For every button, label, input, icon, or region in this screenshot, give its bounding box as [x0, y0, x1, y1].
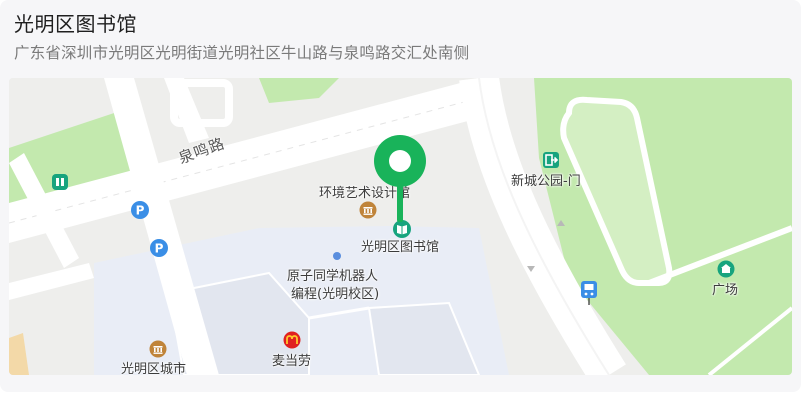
place-address: 广东省深圳市光明区光明街道光明社区牛山路与泉鸣路交汇处南侧	[14, 44, 470, 62]
toilet-icon[interactable]	[51, 173, 69, 195]
bus-stop-icon[interactable]	[580, 280, 598, 310]
poi-label-atom-school-2: 编程(光明校区)	[291, 287, 380, 302]
location-card[interactable]: 光明区图书馆 广东省深圳市光明区光明街道光明社区牛山路与泉鸣路交汇处南侧 泉鸣路…	[0, 0, 801, 392]
map-view[interactable]: 泉鸣路 P P 环境艺术设计馆 光明区图书馆 新城公园-门 原子同学机器人 编程…	[9, 78, 792, 375]
poi-label-atom-school-1: 原子同学机器人	[287, 269, 379, 284]
svg-text:P: P	[136, 204, 145, 218]
poi-label-square: 广场	[712, 283, 739, 298]
poi-label-library: 光明区图书馆	[361, 240, 440, 255]
poi-label-mcdonalds: 麦当劳	[272, 354, 312, 369]
poi-label-park-gate: 新城公园-门	[511, 174, 581, 189]
parking-icon[interactable]: P	[130, 200, 150, 224]
place-title: 光明区图书馆	[14, 12, 137, 36]
svg-text:P: P	[155, 242, 164, 256]
parking-icon[interactable]: P	[149, 238, 169, 262]
location-pin-icon[interactable]	[373, 134, 427, 230]
poi-label-city-hall: 光明区城市	[121, 362, 187, 375]
